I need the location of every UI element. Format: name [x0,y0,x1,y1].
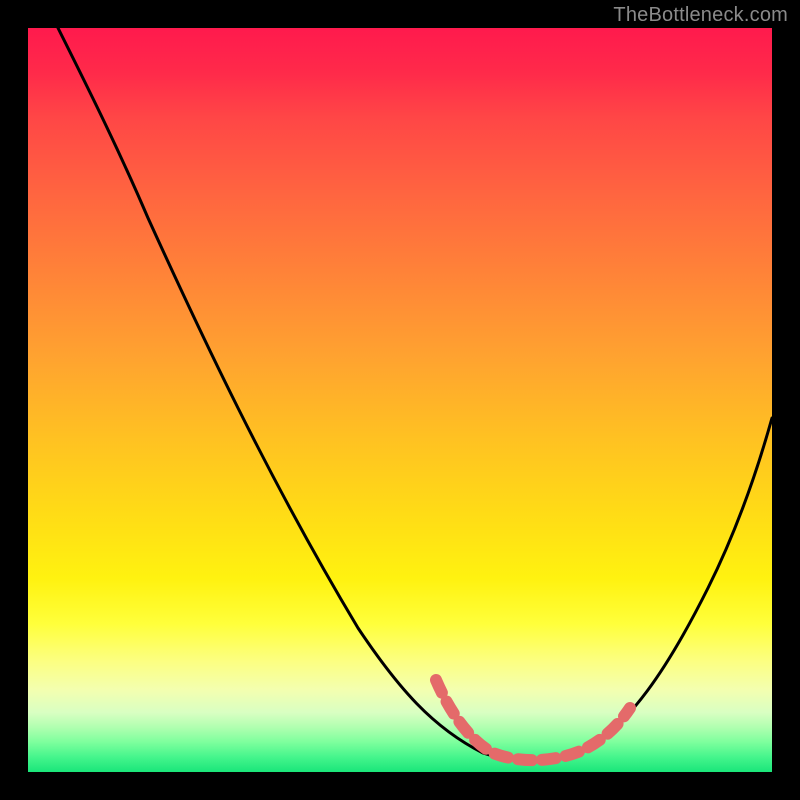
curve-layer [28,28,772,772]
bottleneck-curve-accent [436,680,630,760]
bottleneck-curve-black [58,28,772,760]
watermark-text: TheBottleneck.com [613,4,788,27]
chart-frame: TheBottleneck.com [0,0,800,800]
plot-area [28,28,772,772]
